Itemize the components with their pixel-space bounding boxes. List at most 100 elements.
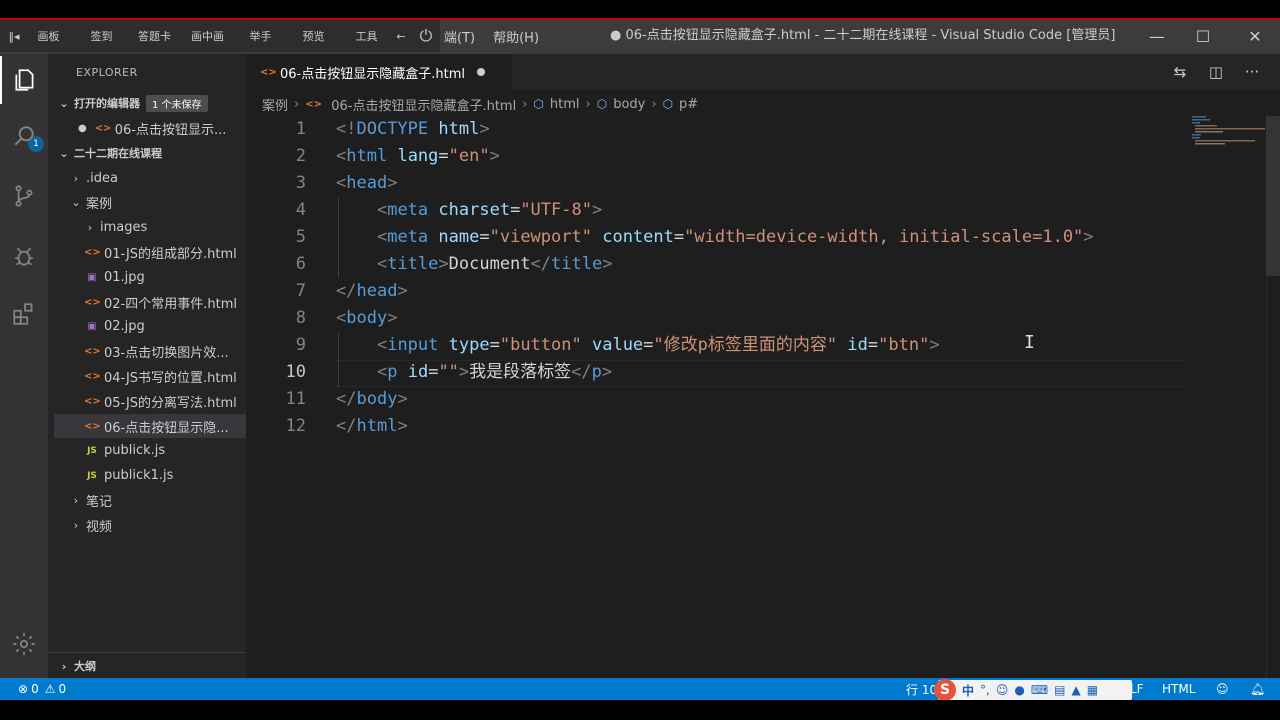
tree-file[interactable]: JS publick1.js	[54, 464, 246, 488]
code-line[interactable]: <title>Document</title>	[336, 251, 613, 278]
microphone-icon[interactable]: ●	[1014, 683, 1024, 697]
notifications-bell-icon[interactable]: 🔔︎	[1250, 682, 1265, 696]
tree-file[interactable]: ▣ 02.jpg	[54, 315, 246, 339]
error-count[interactable]: 0	[31, 682, 39, 696]
tree-file[interactable]: <> 03-点击切换图片效...	[54, 340, 246, 364]
extensions-icon[interactable]	[0, 290, 48, 338]
recorder-tool-4[interactable]: 举手	[234, 28, 287, 44]
power-icon[interactable]: ⏻	[410, 20, 442, 52]
open-editors-section[interactable]: ⌄ 打开的编辑器 1 个未保存	[48, 92, 246, 114]
close-icon[interactable]: ✕	[1232, 20, 1278, 52]
tree-file[interactable]: JS publick.js	[54, 439, 246, 463]
code-line[interactable]: <html lang="en">	[336, 143, 500, 170]
ime-mode[interactable]: 中	[962, 682, 974, 699]
line-number: 8	[295, 308, 306, 328]
recorder-handle-icon[interactable]: ‖◂	[6, 30, 22, 43]
breadcrumb-separator-icon: ›	[522, 96, 528, 112]
js-file-icon: JS	[87, 470, 97, 481]
code-line[interactable]: </head>	[336, 278, 408, 305]
split-editor-icon[interactable]: ◫	[1198, 54, 1234, 90]
recorder-tool-2[interactable]: 答题卡	[128, 28, 181, 44]
search-icon[interactable]	[0, 112, 48, 160]
line-number: 4	[295, 200, 306, 220]
recorder-tool-0[interactable]: 画板	[22, 28, 75, 44]
tree-item-label: publick1.js	[104, 468, 174, 484]
grid-icon[interactable]: ▦	[1087, 683, 1098, 697]
tree-file[interactable]: <> 04-JS书写的位置.html	[54, 364, 246, 388]
tree-file[interactable]: <> 06-点击按钮显示隐...	[54, 414, 246, 438]
recorder-tool-5[interactable]: 预览	[287, 28, 340, 44]
emoji-icon[interactable]: ☺	[996, 683, 1009, 697]
open-editor-item[interactable]: ● <> 06-点击按钮显示...	[54, 116, 246, 140]
code-line[interactable]: </html>	[336, 413, 408, 440]
code-line[interactable]: <head>	[336, 170, 397, 197]
error-icon[interactable]: ⊗	[18, 682, 28, 696]
tree-folder[interactable]: › 视频	[54, 513, 246, 537]
mouse-ibeam-cursor-icon: I	[1024, 332, 1035, 353]
activity-bar: 1	[0, 54, 48, 678]
tree-file[interactable]: <> 01-JS的组成部分.html	[54, 240, 246, 264]
breadcrumb-separator-icon: ›	[585, 96, 591, 112]
workspace-section[interactable]: ⌄ 二十二期在线课程	[48, 142, 246, 164]
eol-indicator[interactable]: LF	[1130, 682, 1144, 696]
maximize-icon[interactable]: ☐	[1180, 20, 1226, 52]
chevron-down-icon: ⌄	[59, 96, 69, 110]
breadcrumb-separator-icon: ›	[294, 96, 300, 112]
compare-changes-icon[interactable]: ⇆	[1162, 54, 1198, 90]
source-control-icon[interactable]	[0, 172, 48, 220]
code-line[interactable]: <input type="button" value="修改p标签里面的内容" …	[336, 332, 940, 359]
code-line[interactable]: <!DOCTYPE html>	[336, 116, 490, 143]
menu-item-0[interactable]: 端(T)	[444, 27, 475, 46]
feedback-icon[interactable]: ☺	[1216, 682, 1229, 696]
recorder-tool-6[interactable]: 工具	[340, 28, 393, 44]
unsaved-dot-icon[interactable]	[476, 68, 485, 76]
tree-folder[interactable]: ⌄ 案例	[54, 191, 246, 215]
debug-icon[interactable]	[0, 232, 48, 280]
tree-folder[interactable]: › 笔记	[54, 488, 246, 512]
tree-folder[interactable]: › images	[54, 216, 246, 240]
warning-count[interactable]: 0	[58, 682, 66, 696]
code-line[interactable]: <p id="">我是段落标签</p>	[336, 359, 612, 386]
tree-folder[interactable]: › .idea	[54, 166, 246, 190]
breadcrumb-item-3[interactable]: body	[613, 97, 645, 112]
shirt-icon[interactable]: ▲	[1072, 683, 1081, 697]
breadcrumb-item-4[interactable]: p#	[679, 97, 698, 112]
cursor-position[interactable]: 行 10	[906, 681, 937, 698]
tree-file[interactable]: <> 02-四个常用事件.html	[54, 290, 246, 314]
punctuation-icon[interactable]: °,	[980, 683, 990, 697]
code-line[interactable]: </body>	[336, 386, 408, 413]
code-line[interactable]: <meta name="viewport" content="width=dev…	[336, 224, 1094, 251]
code-editor[interactable]: 1 <!DOCTYPE html> 2 <html lang="en"> 3 <head>…	[246, 116, 1280, 678]
recorder-tool-1[interactable]: 签到	[75, 28, 128, 44]
warning-icon[interactable]: ⚠	[45, 682, 56, 696]
recorder-tool-3[interactable]: 画中画	[181, 28, 234, 44]
tree-file[interactable]: <> 05-JS的分离写法.html	[54, 389, 246, 413]
breadcrumb-item-2[interactable]: html	[550, 97, 580, 112]
scrollbar-thumb[interactable]	[1266, 116, 1280, 276]
keyboard-icon[interactable]: ⌨	[1031, 683, 1048, 697]
vertical-scrollbar[interactable]	[1266, 116, 1280, 678]
outline-section[interactable]: › 大纲	[48, 652, 246, 678]
tree-file[interactable]: ▣ 01.jpg	[54, 265, 246, 289]
outline-header[interactable]: › 大纲	[48, 655, 246, 677]
skin-icon[interactable]: ▤	[1054, 683, 1065, 697]
editor-tab-active[interactable]: <> 06-点击按钮显示隐藏盒子.html	[246, 54, 512, 90]
explorer-activity-icon[interactable]	[0, 56, 48, 104]
minimap[interactable]	[1192, 116, 1270, 146]
menu-item-1[interactable]: 帮助(H)	[493, 27, 539, 46]
code-line[interactable]: <body>	[336, 305, 397, 332]
language-mode[interactable]: HTML	[1162, 682, 1195, 696]
breadcrumb-item-0[interactable]: 案例	[262, 95, 288, 114]
minimize-icon[interactable]: —	[1134, 20, 1180, 52]
recorder-collapse-icon[interactable]: ←	[393, 30, 409, 43]
open-editors-label: 打开的编辑器	[74, 97, 140, 110]
settings-gear-icon[interactable]	[0, 620, 48, 668]
code-line[interactable]: <meta charset="UTF-8">	[336, 197, 602, 224]
sogou-logo-icon[interactable]: S	[934, 679, 956, 701]
html-file-icon: <>	[94, 122, 112, 134]
ime-toolbar[interactable]: S 中 °, ☺ ● ⌨ ▤ ▲ ▦	[934, 679, 1132, 701]
unsaved-dot-icon[interactable]: ●	[78, 123, 87, 134]
breadcrumb-item-1[interactable]: 06-点击按钮显示隐藏盒子.html	[331, 95, 516, 114]
more-actions-icon[interactable]: ···	[1234, 54, 1270, 90]
tree-item-label: 笔记	[86, 494, 113, 510]
